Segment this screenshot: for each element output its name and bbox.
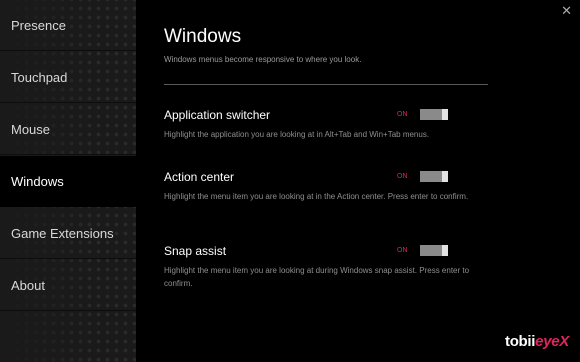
setting-title: Action center	[164, 170, 235, 184]
main-panel: ✕ Windows Windows menus become responsiv…	[136, 0, 580, 362]
toggle-state-label: ON	[397, 173, 408, 180]
toggle-state-label: ON	[397, 111, 408, 118]
toggle-state-label: ON	[397, 247, 408, 254]
sidebar: Presence Touchpad Mouse Windows Game Ext…	[0, 0, 136, 362]
setting-title: Snap assist	[164, 244, 227, 258]
application-switcher-toggle[interactable]	[420, 109, 448, 120]
sidebar-item-windows[interactable]: Windows	[0, 156, 136, 207]
setting-description: Highlight the menu item you are looking …	[164, 192, 469, 201]
app-window: Presence Touchpad Mouse Windows Game Ext…	[0, 0, 580, 362]
toggle-knob	[442, 245, 448, 256]
sidebar-item-mouse[interactable]: Mouse	[0, 104, 136, 155]
logo-brand: tobii	[505, 333, 536, 350]
close-icon[interactable]: ✕	[561, 4, 572, 18]
action-center-toggle[interactable]	[420, 171, 448, 182]
setting-description: Highlight the menu item you are looking …	[164, 266, 470, 288]
sidebar-item-about[interactable]: About	[0, 260, 136, 311]
logo-product: eyeX	[535, 333, 569, 350]
sidebar-item-game-extensions[interactable]: Game Extensions	[0, 208, 136, 259]
page-description: Windows menus become responsive to where…	[164, 55, 362, 64]
toggle-knob	[442, 171, 448, 182]
setting-title: Application switcher	[164, 108, 271, 122]
snap-assist-toggle[interactable]	[420, 245, 448, 256]
page-title: Windows	[164, 26, 242, 47]
setting-description: Highlight the application you are lookin…	[164, 130, 430, 139]
tobii-eyex-logo: tobiieyeX	[505, 333, 569, 350]
divider	[164, 84, 488, 85]
sidebar-item-presence[interactable]: Presence	[0, 0, 136, 51]
toggle-knob	[442, 109, 448, 120]
sidebar-item-touchpad[interactable]: Touchpad	[0, 52, 136, 103]
